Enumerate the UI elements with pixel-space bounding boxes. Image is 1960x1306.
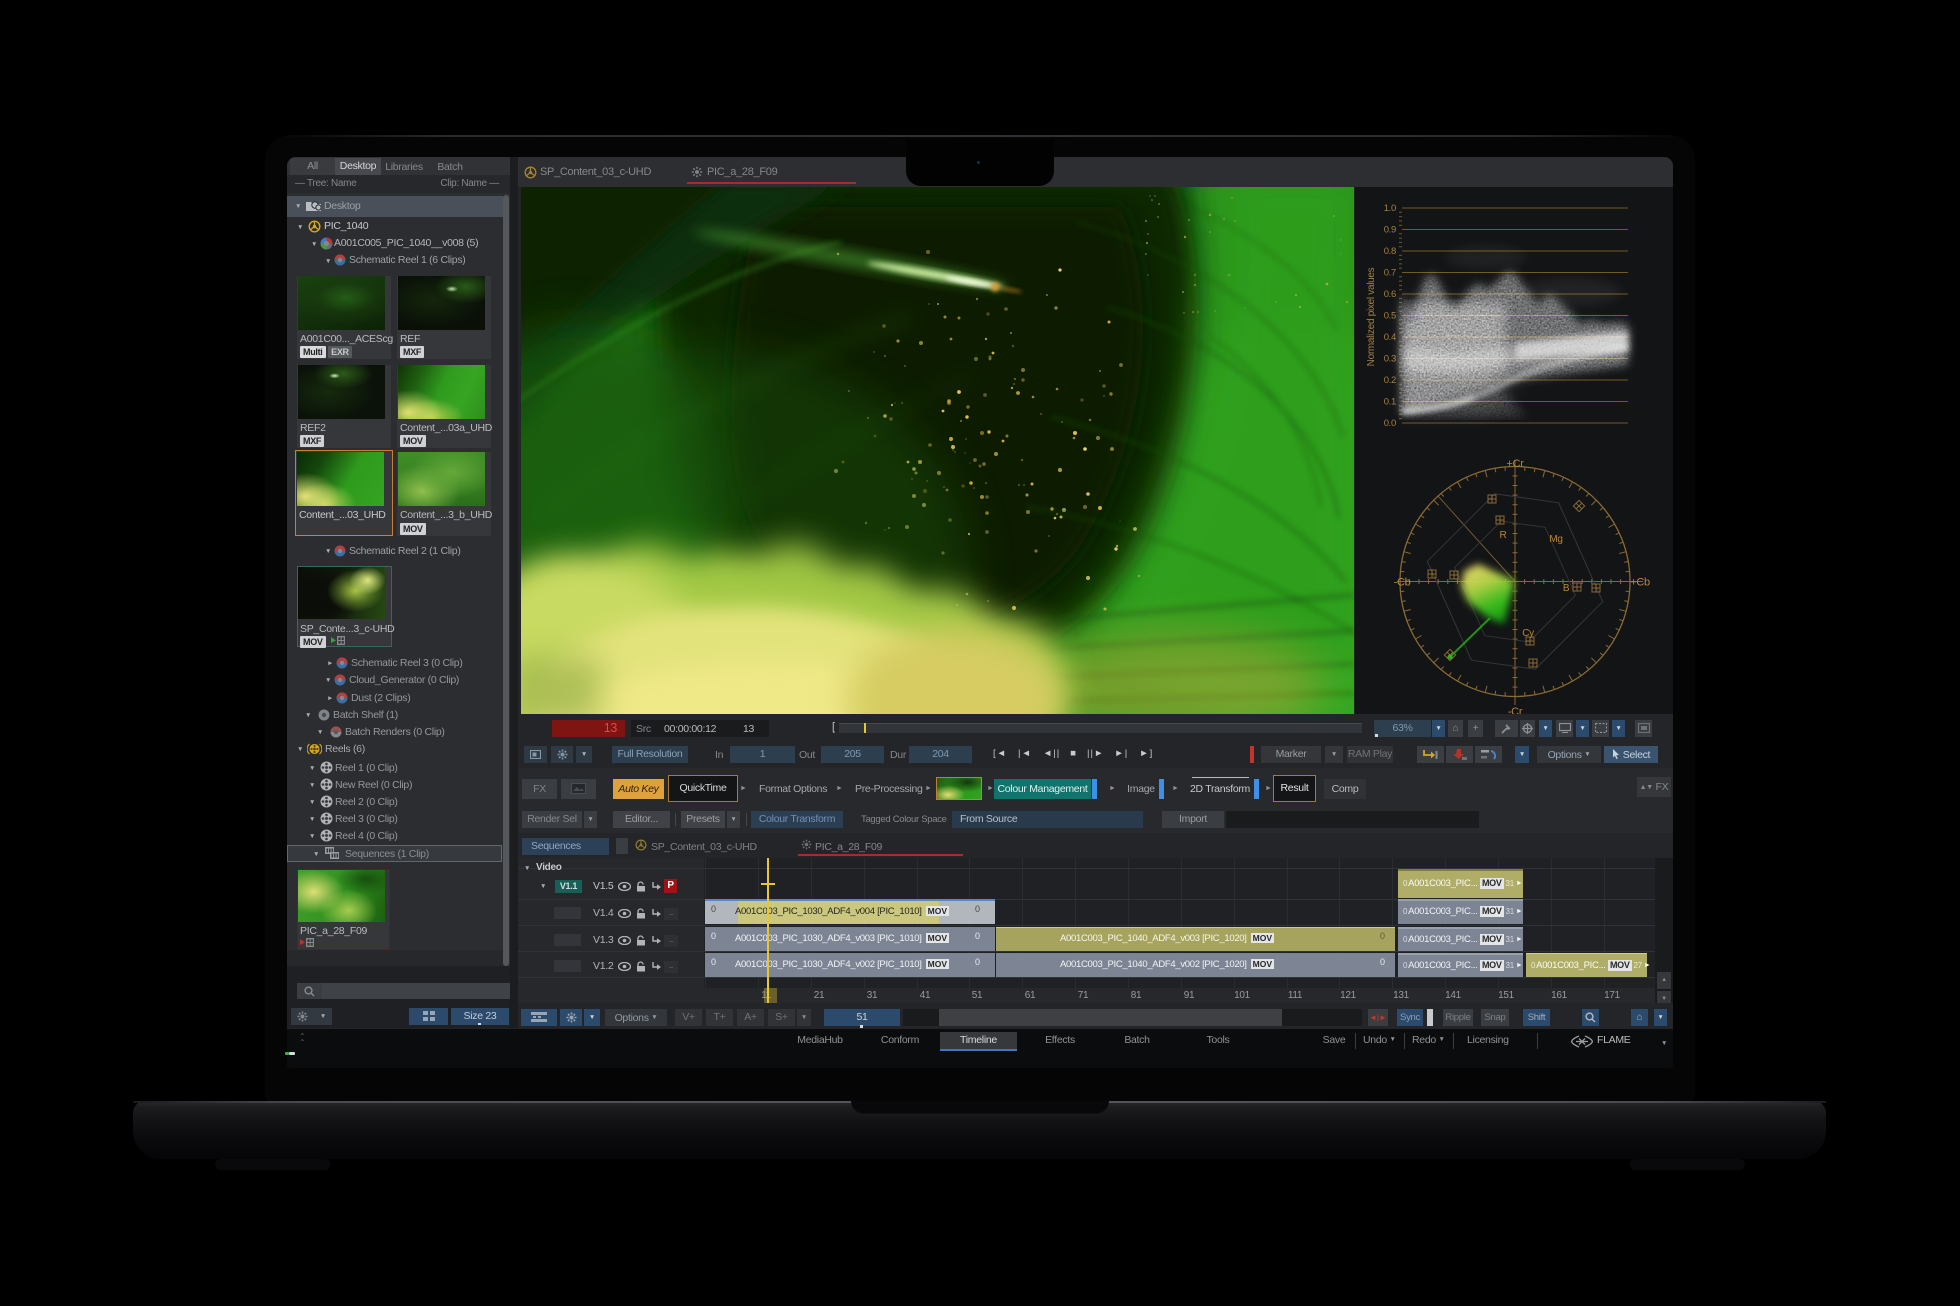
svg-text:0.7: 0.7 [1384,268,1396,279]
svg-text:0.8: 0.8 [1384,246,1396,257]
svg-text:0.2: 0.2 [1384,375,1396,386]
svg-text:0.4: 0.4 [1384,332,1396,343]
svg-text:0.5: 0.5 [1384,311,1396,322]
svg-text:R: R [1500,530,1507,541]
svg-text:+Cb: +Cb [1630,577,1650,589]
svg-text:Mg: Mg [1549,534,1562,545]
svg-text:-Cb: -Cb [1394,577,1411,589]
svg-text:0.3: 0.3 [1384,354,1396,365]
svg-text:B: B [1563,583,1570,594]
svg-text:Cy: Cy [1522,628,1534,639]
svg-text:0.9: 0.9 [1384,225,1396,236]
svg-text:0.6: 0.6 [1384,289,1396,300]
svg-text:Normalized pixel values: Normalized pixel values [1366,267,1377,366]
svg-text:0.0: 0.0 [1384,418,1396,429]
svg-text:0.1: 0.1 [1384,397,1396,408]
svg-text:1.0: 1.0 [1384,203,1396,214]
svg-text:+Cr: +Cr [1506,458,1524,470]
